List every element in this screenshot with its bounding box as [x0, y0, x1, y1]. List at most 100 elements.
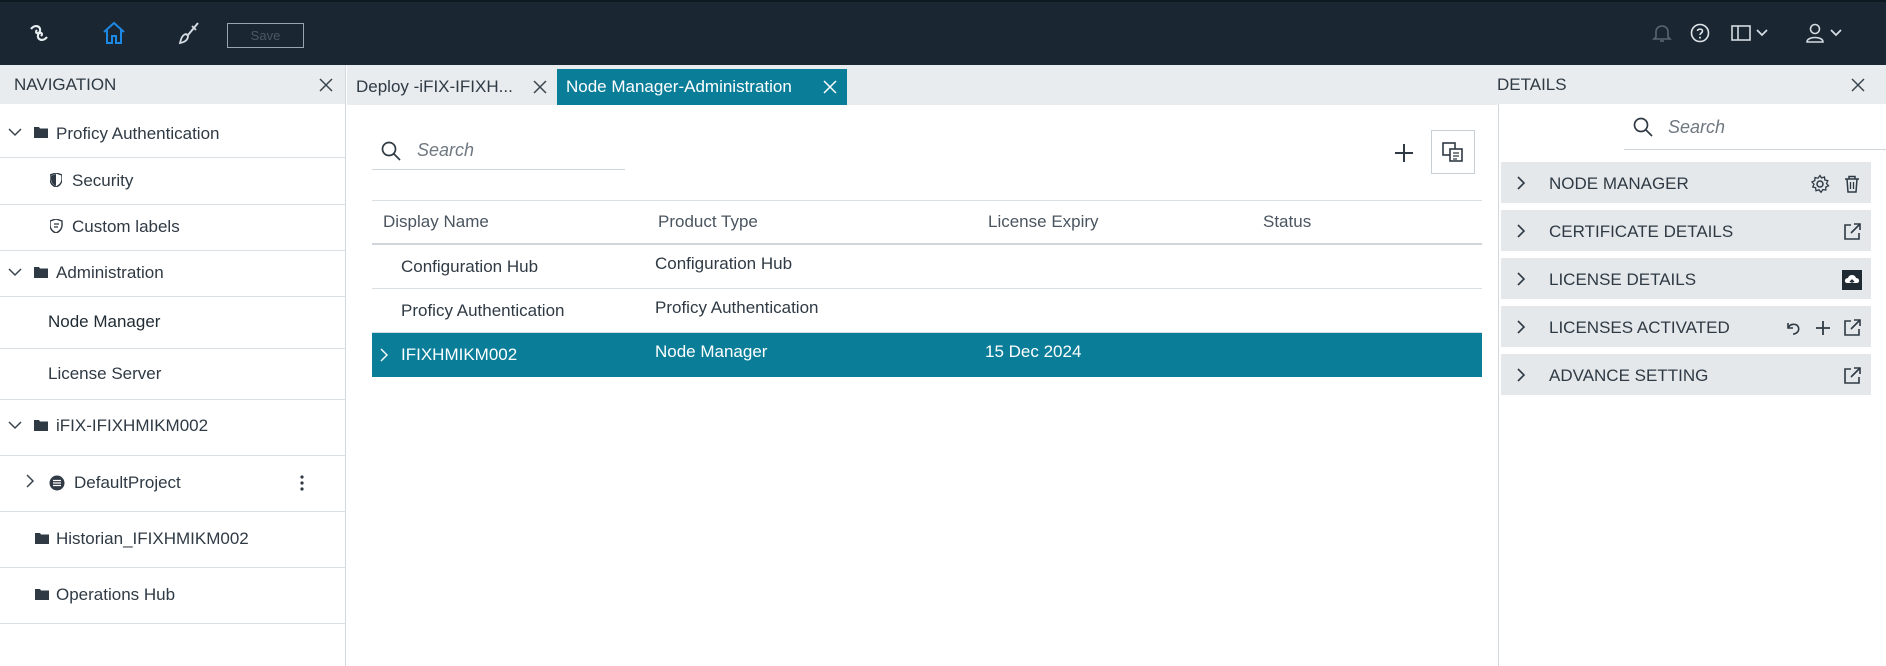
chevron-right-icon[interactable]	[1515, 223, 1527, 244]
folder-icon	[34, 126, 48, 138]
search-icon	[380, 140, 402, 167]
external-link-icon[interactable]	[1840, 316, 1864, 340]
cell-product-type: Node Manager	[655, 342, 768, 361]
external-link-icon[interactable]	[1840, 220, 1864, 244]
navigation-title: NAVIGATION	[14, 74, 117, 94]
nav-item-label: Administration	[56, 263, 164, 282]
details-panel: DETAILS NODE MANAGER CERTIFICATE DETAILS…	[1449, 65, 1886, 666]
table-header: Display Name Product Type License Expiry…	[372, 200, 1482, 245]
nav-item-historian[interactable]: Historian_IFIXHMIKM002	[0, 512, 346, 568]
nav-item-custom-labels[interactable]: Custom labels	[0, 205, 346, 251]
tab-deploy[interactable]: Deploy -iFIX-IFIXH...	[347, 69, 557, 105]
nav-item-ifix[interactable]: iFIX-IFIXHMIKM002	[0, 400, 346, 456]
section-licenses-activated[interactable]: LICENSES ACTIVATED	[1501, 306, 1871, 350]
tab-strip: Deploy -iFIX-IFIXH... Node Manager-Admin…	[347, 65, 1497, 105]
table-row[interactable]: Proficy Authentication Proficy Authentic…	[372, 289, 1482, 333]
section-advance-setting[interactable]: ADVANCE SETTING	[1501, 354, 1871, 398]
chevron-right-icon[interactable]	[24, 474, 36, 488]
chevron-down-icon[interactable]	[8, 125, 22, 139]
section-label: ADVANCE SETTING	[1549, 366, 1709, 385]
nav-item-label: Security	[72, 171, 134, 190]
search-input[interactable]	[415, 138, 615, 162]
top-bar: Save	[0, 0, 1886, 65]
chevron-right-icon[interactable]	[379, 333, 389, 377]
save-button[interactable]: Save	[227, 23, 304, 48]
close-icon[interactable]	[1847, 74, 1869, 96]
chevron-down-icon[interactable]	[8, 418, 22, 432]
close-icon[interactable]	[315, 74, 337, 96]
nav-item-administration[interactable]: Administration	[0, 251, 346, 297]
external-link-icon[interactable]	[1840, 364, 1864, 388]
close-icon[interactable]	[821, 78, 839, 96]
cell-license-expiry: 15 Dec 2024	[985, 342, 1082, 361]
shield-tag-icon	[50, 219, 64, 233]
nav-item-label: Node Manager	[48, 312, 161, 331]
node-table: Display Name Product Type License Expiry…	[372, 200, 1482, 377]
home-icon[interactable]	[97, 16, 131, 50]
details-header: DETAILS	[1449, 65, 1886, 104]
undo-icon[interactable]	[1781, 316, 1805, 340]
chevron-right-icon[interactable]	[1515, 175, 1527, 196]
add-icon[interactable]	[1811, 316, 1835, 340]
column-header-license-expiry[interactable]: License Expiry	[988, 201, 1099, 243]
nav-item-label: iFIX-IFIXHMIKM002	[56, 416, 209, 435]
section-certificate-details[interactable]: CERTIFICATE DETAILS	[1501, 210, 1871, 254]
export-node-button[interactable]	[1431, 130, 1475, 174]
nav-item-label: Operations Hub	[56, 585, 176, 604]
nav-item-node-manager[interactable]: Node Manager	[0, 297, 346, 349]
app-logo-icon[interactable]	[22, 16, 56, 50]
nav-item-label: Historian_IFIXHMIKM002	[56, 529, 249, 548]
nav-item-default-project[interactable]: DefaultProject	[0, 456, 346, 512]
tab-label: Node Manager-Administration	[566, 77, 792, 96]
table-row[interactable]: Configuration Hub Configuration Hub	[372, 245, 1482, 289]
close-icon[interactable]	[531, 78, 549, 96]
details-title: DETAILS	[1497, 74, 1567, 94]
nav-item-license-server[interactable]: License Server	[0, 349, 346, 400]
folder-icon	[35, 532, 49, 544]
nav-item-label: License Server	[48, 364, 162, 383]
cell-product-type: Proficy Authentication	[655, 297, 819, 317]
folder-icon	[34, 266, 48, 278]
add-icon[interactable]	[1391, 140, 1417, 166]
section-label: NODE MANAGER	[1549, 174, 1689, 193]
search-box	[372, 130, 625, 170]
cloud-sync-icon[interactable]	[1840, 268, 1864, 292]
column-header-status[interactable]: Status	[1263, 201, 1311, 243]
folder-icon	[34, 419, 48, 431]
navigation-header: NAVIGATION	[0, 65, 345, 104]
tab-label: Deploy -iFIX-IFIXH...	[356, 77, 513, 96]
tab-node-manager-administration[interactable]: Node Manager-Administration	[557, 69, 847, 105]
column-header-product-type[interactable]: Product Type	[658, 201, 758, 243]
section-node-manager[interactable]: NODE MANAGER	[1501, 162, 1871, 206]
layout-toggle-icon[interactable]	[1728, 16, 1778, 50]
nav-item-label: Proficy Authentication	[56, 124, 220, 143]
nav-item-proficy-authentication[interactable]: Proficy Authentication	[0, 111, 346, 158]
search-icon	[1632, 116, 1654, 143]
details-search-input[interactable]	[1666, 115, 1866, 139]
chevron-right-icon[interactable]	[1515, 271, 1527, 292]
cell-display-name: Configuration Hub	[401, 256, 539, 276]
navigation-panel: NAVIGATION Proficy Authentication Securi…	[0, 65, 346, 666]
bell-icon[interactable]	[1645, 16, 1679, 50]
database-icon	[49, 475, 65, 491]
chevron-right-icon[interactable]	[1515, 367, 1527, 388]
table-row-selected[interactable]: IFIXHMIKM002 Node Manager 15 Dec 2024	[372, 333, 1482, 377]
user-menu-icon[interactable]	[1802, 16, 1852, 50]
cell-display-name: IFIXHMIKM002	[401, 345, 518, 364]
column-header-display-name[interactable]: Display Name	[383, 201, 489, 243]
brush-icon[interactable]	[172, 16, 206, 50]
chevron-right-icon[interactable]	[1515, 319, 1527, 340]
trash-icon[interactable]	[1840, 172, 1864, 196]
nav-item-security[interactable]: Security	[0, 158, 346, 205]
more-options-icon[interactable]	[299, 474, 305, 492]
shield-icon	[50, 173, 62, 187]
folder-icon	[35, 588, 49, 600]
section-label: LICENSE DETAILS	[1549, 270, 1697, 289]
cell-product-type: Configuration Hub	[655, 253, 793, 273]
help-icon[interactable]	[1683, 16, 1717, 50]
section-license-details[interactable]: LICENSE DETAILS	[1501, 258, 1871, 302]
gear-icon[interactable]	[1808, 172, 1832, 196]
nav-item-label: Custom labels	[72, 217, 180, 236]
nav-item-operations-hub[interactable]: Operations Hub	[0, 568, 346, 624]
chevron-down-icon[interactable]	[8, 265, 22, 279]
